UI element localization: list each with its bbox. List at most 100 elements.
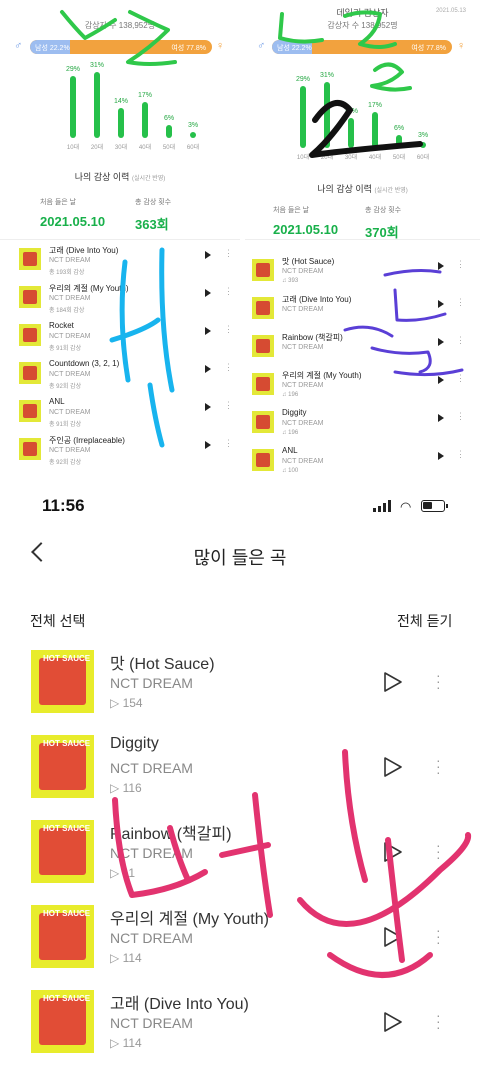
mini-song-row[interactable]: Diggity NCT DREAM ♫ 196 ⋮ — [252, 408, 477, 446]
play-icon[interactable] — [438, 452, 444, 460]
song-count: 총 92회 감상 — [49, 460, 82, 466]
song-row[interactable]: HOT SAUCE 맛 (Hot Sauce) NCT DREAM ▷ 154 · · · — [0, 650, 480, 734]
female-icon: ♀ — [457, 40, 466, 52]
play-icon[interactable] — [205, 441, 211, 449]
album-thumb — [19, 324, 41, 346]
song-row[interactable]: HOT SAUCE 고래 (Dive Into You) NCT DREAM ▷ 11… — [0, 990, 480, 1074]
album-art: HOT SAUCE — [31, 735, 94, 798]
age-label: 30대 — [344, 155, 358, 161]
song-title: Diggity — [110, 735, 159, 752]
song-title: 고래 (Dive Into You) — [282, 295, 352, 304]
mini-song-row[interactable]: ANL NCT DREAM 총 91회 감상 ⋮ — [19, 397, 244, 435]
song-play-count: ▷ 114 — [110, 1036, 142, 1050]
play-icon[interactable] — [438, 376, 444, 384]
first-listen-date: 2021.05.10 — [273, 222, 339, 237]
song-artist: NCT DREAM — [49, 447, 91, 454]
mini-song-row[interactable]: Rocket NCT DREAM 총 91회 감상 ⋮ — [19, 321, 244, 359]
play-icon[interactable] — [205, 289, 211, 297]
total-count-label: 총 감상 횟수 — [135, 199, 172, 206]
more-icon[interactable]: ⋮ — [224, 248, 233, 259]
age-pct-label: 17% — [367, 101, 382, 109]
more-icon[interactable]: ⋮ — [456, 373, 465, 384]
song-title: 맛 (Hot Sauce) — [110, 656, 215, 673]
more-icon[interactable]: · · · — [436, 923, 441, 949]
album-thumb — [19, 248, 41, 270]
mini-song-row[interactable]: ANL NCT DREAM ♫ 100 ⋮ — [252, 446, 477, 484]
history-title: 나의 감상 이력 (실시간 반영) — [74, 172, 166, 182]
age-bar — [396, 135, 402, 148]
play-icon[interactable] — [438, 414, 444, 422]
status-icons: ◠ — [373, 498, 453, 514]
mini-song-row[interactable]: 우리의 계절 (My Youth) NCT DREAM ♫ 196 ⋮ — [252, 370, 477, 408]
age-bar — [70, 76, 76, 138]
mini-song-row[interactable]: Rainbow (책갈피) NCT DREAM ⋮ — [252, 332, 477, 370]
more-icon[interactable]: · · · — [436, 838, 441, 864]
more-icon[interactable]: ⋮ — [224, 362, 233, 373]
play-icon[interactable] — [383, 756, 403, 778]
mini-song-row[interactable]: 맛 (Hot Sauce) NCT DREAM ♫ 393 ⋮ — [252, 256, 477, 294]
play-icon[interactable] — [383, 841, 403, 863]
age-bar — [372, 111, 378, 148]
mini-song-row[interactable]: 우리의 계절 (My Youth) NCT DREAM 총 184회 감상 ⋮ — [19, 283, 244, 321]
more-icon[interactable]: · · · — [436, 753, 441, 779]
album-thumb — [252, 297, 274, 319]
age-pct-label: 3% — [417, 131, 429, 139]
mini-song-row[interactable]: 고래 (Dive Into You) NCT DREAM 총 193회 감상 ⋮ — [19, 245, 244, 283]
song-count: ♫ 100 — [282, 468, 299, 474]
status-time: 11:56 — [42, 496, 85, 515]
song-count: 총 91회 감상 — [49, 346, 82, 352]
more-icon[interactable]: · · · — [436, 668, 441, 694]
song-row[interactable]: HOT SAUCE Rainbow (책갈피) NCT DREAM ▷ 11 · · · — [0, 820, 480, 904]
age-bar — [118, 108, 124, 138]
more-icon[interactable]: ⋮ — [456, 259, 465, 270]
song-row[interactable]: HOT SAUCE Diggity NCT DREAM ▷ 116 · · · — [0, 735, 480, 819]
song-artist: NCT DREAM — [110, 1015, 193, 1031]
more-icon[interactable]: ⋮ — [456, 297, 465, 308]
song-title: 우리의 계절 (My Youth) — [49, 284, 129, 293]
song-title: 우리의 계절 (My Youth) — [282, 371, 362, 380]
song-artist: NCT DREAM — [282, 268, 324, 275]
age-label: 30대 — [114, 145, 128, 151]
age-label: 10대 — [296, 155, 310, 161]
more-icon[interactable]: · · · — [436, 1008, 441, 1034]
more-icon[interactable]: ⋮ — [224, 400, 233, 411]
play-icon[interactable] — [205, 251, 211, 259]
play-icon[interactable] — [205, 403, 211, 411]
song-title: 우리의 계절 (My Youth) — [110, 911, 269, 928]
album-thumb — [252, 335, 274, 357]
listener-count: 감상자 수 138,952명 — [327, 21, 398, 30]
song-row[interactable]: HOT SAUCE 우리의 계절 (My Youth) NCT DREAM ▷ 114… — [0, 905, 480, 989]
more-icon[interactable]: ⋮ — [224, 324, 233, 335]
more-icon[interactable]: ⋮ — [456, 335, 465, 346]
mini-song-row[interactable]: Countdown (3, 2, 1) NCT DREAM 총 92회 감상 ⋮ — [19, 359, 244, 397]
play-icon[interactable] — [205, 365, 211, 373]
age-bar — [420, 141, 426, 148]
listen-all-button[interactable]: 전체 듣기 — [397, 611, 452, 631]
gender-bar: 남성 22.2% 여성 77.8% — [272, 40, 452, 54]
play-icon[interactable] — [438, 338, 444, 346]
age-bar — [142, 101, 148, 138]
play-icon[interactable] — [383, 1011, 403, 1033]
signal-icon — [373, 508, 376, 512]
play-icon[interactable] — [383, 671, 403, 693]
play-icon[interactable] — [438, 262, 444, 270]
age-bar — [190, 131, 196, 138]
play-icon[interactable] — [205, 327, 211, 335]
more-icon[interactable]: ⋮ — [224, 438, 233, 449]
more-icon[interactable]: ⋮ — [224, 286, 233, 297]
play-icon[interactable] — [438, 300, 444, 308]
age-bar — [166, 125, 172, 138]
song-artist: NCT DREAM — [49, 257, 91, 264]
select-all-button[interactable]: 전체 선택 — [30, 611, 85, 631]
age-pct-label: 6% — [393, 125, 405, 133]
age-pct-label: 14% — [113, 98, 128, 106]
mini-song-row[interactable]: 고래 (Dive Into You) NCT DREAM ⋮ — [252, 294, 477, 332]
song-play-count: ▷ 114 — [110, 951, 142, 965]
play-icon[interactable] — [383, 926, 403, 948]
more-icon[interactable]: ⋮ — [456, 411, 465, 422]
age-label: 50대 — [162, 145, 176, 151]
song-artist: NCT DREAM — [110, 675, 193, 691]
more-icon[interactable]: ⋮ — [456, 449, 465, 460]
age-bar — [324, 82, 330, 148]
mini-song-row[interactable]: 주인공 (Irreplaceable) NCT DREAM 총 92회 감상 ⋮ — [19, 435, 244, 473]
